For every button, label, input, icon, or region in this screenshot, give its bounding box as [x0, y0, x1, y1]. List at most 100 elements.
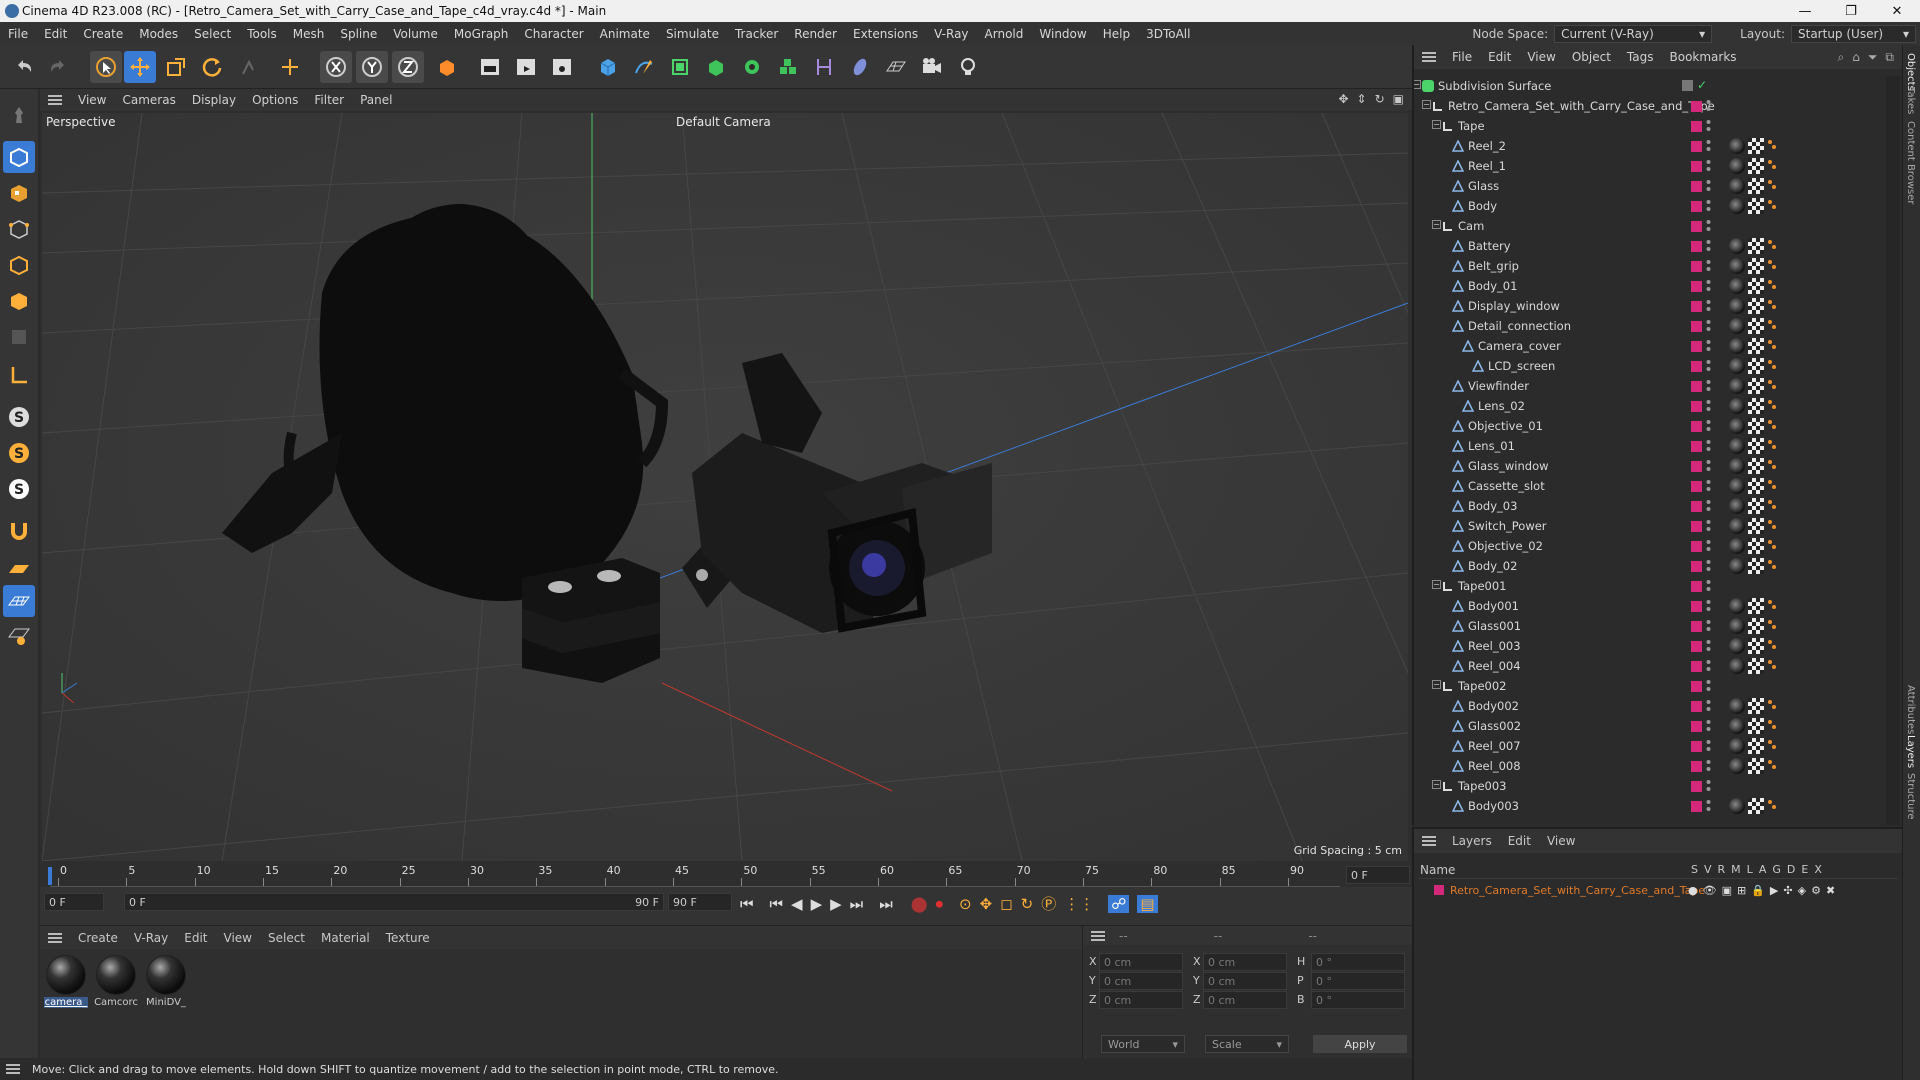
object-row[interactable]: Reel_003 [1414, 636, 1884, 656]
visibility-dots-icon[interactable] [1706, 99, 1711, 113]
material-tag-icon[interactable] [1729, 498, 1745, 514]
texture-tag-icon[interactable] [1748, 638, 1764, 654]
visibility-dots-icon[interactable] [1706, 639, 1711, 653]
menu-3dtoall[interactable]: 3DToAll [1138, 27, 1198, 41]
uvw-tag-icon[interactable] [1767, 598, 1777, 612]
max-frame-field[interactable]: 90 F [668, 893, 732, 911]
viewport-menu-options[interactable]: Options [244, 93, 306, 107]
texture-tag-icon[interactable] [1748, 158, 1764, 174]
coord-pos-field[interactable]: 0 cm [1099, 991, 1183, 1009]
points-mode-button[interactable] [3, 213, 35, 245]
uvw-tag-icon[interactable] [1767, 478, 1777, 492]
texture-tag-icon[interactable] [1748, 258, 1764, 274]
uvw-tag-icon[interactable] [1767, 178, 1777, 192]
uvw-tag-icon[interactable] [1767, 498, 1777, 512]
object-row[interactable]: − Subdivision Surface ✓ [1414, 76, 1884, 96]
layer-color-swatch[interactable] [1691, 561, 1702, 572]
visibility-dots-icon[interactable] [1706, 359, 1711, 373]
object-row[interactable]: Body_01 [1414, 276, 1884, 296]
object-menu-view[interactable]: View [1519, 50, 1563, 64]
texture-tag-icon[interactable] [1748, 658, 1764, 674]
layer-color-swatch[interactable] [1691, 101, 1702, 112]
material-tag-icon[interactable] [1729, 418, 1745, 434]
layer-color-swatch[interactable] [1691, 641, 1702, 652]
tweak-button[interactable] [3, 515, 35, 547]
material-tag-icon[interactable] [1729, 298, 1745, 314]
visibility-dots-icon[interactable] [1706, 239, 1711, 253]
redo-button[interactable] [42, 51, 74, 83]
object-row[interactable]: Reel_1 [1414, 156, 1884, 176]
uvw-tag-icon[interactable] [1767, 198, 1777, 212]
texture-tag-icon[interactable] [1748, 338, 1764, 354]
hamburger-icon[interactable] [6, 1064, 20, 1074]
layer-column-g[interactable]: G [1772, 863, 1781, 876]
manager-icon[interactable]: ⊞ [1737, 884, 1746, 897]
object-row[interactable]: Glass [1414, 176, 1884, 196]
snap-settings-button[interactable]: S [3, 437, 35, 469]
layer-column-r[interactable]: R [1718, 863, 1726, 876]
material-tag-icon[interactable] [1729, 278, 1745, 294]
layer-column-m[interactable]: M [1731, 863, 1741, 876]
object-row[interactable]: Reel_007 [1414, 736, 1884, 756]
visibility-dots-icon[interactable] [1706, 679, 1711, 693]
grid-workplane-button[interactable] [3, 585, 35, 617]
menu-create[interactable]: Create [75, 27, 131, 41]
key-parameter-icon[interactable]: Ⓟ [1041, 893, 1056, 914]
material-menu-select[interactable]: Select [260, 931, 313, 945]
layout-dropdown[interactable]: Startup (User) ▾ [1791, 24, 1916, 43]
layer-column-s[interactable]: S [1691, 863, 1698, 876]
object-row[interactable]: − Tape003 [1414, 776, 1884, 796]
menu-simulate[interactable]: Simulate [658, 27, 727, 41]
object-row[interactable]: LCD_screen [1414, 356, 1884, 376]
menu-character[interactable]: Character [516, 27, 591, 41]
visibility-dots-icon[interactable] [1706, 799, 1711, 813]
coord-rot-field[interactable]: 0 ° [1311, 953, 1405, 971]
side-tab-content-browser[interactable]: Content Browser [1905, 121, 1916, 204]
material-tag-icon[interactable] [1729, 358, 1745, 374]
layer-color-swatch[interactable] [1691, 181, 1702, 192]
uvw-tag-icon[interactable] [1767, 698, 1777, 712]
object-row[interactable]: Battery [1414, 236, 1884, 256]
layer-color-swatch[interactable] [1691, 481, 1702, 492]
object-menu-file[interactable]: File [1444, 50, 1480, 64]
visibility-dots-icon[interactable] [1706, 479, 1711, 493]
expand-toggle-icon[interactable]: − [1414, 80, 1421, 89]
layer-color-swatch[interactable] [1691, 441, 1702, 452]
visibility-dots-icon[interactable] [1706, 279, 1711, 293]
menu-select[interactable]: Select [186, 27, 239, 41]
material-tag-icon[interactable] [1729, 478, 1745, 494]
uvw-tag-icon[interactable] [1767, 338, 1777, 352]
key-position-icon[interactable]: ✥ [980, 895, 993, 913]
coord-rot-field[interactable]: 0 ° [1311, 991, 1405, 1009]
material-tag-icon[interactable] [1729, 158, 1745, 174]
hamburger-icon[interactable] [1422, 836, 1436, 846]
object-row[interactable]: − Cam [1414, 216, 1884, 236]
uvw-tag-icon[interactable] [1767, 438, 1777, 452]
layer-color-swatch[interactable] [1691, 221, 1702, 232]
layer-color-swatch[interactable] [1691, 521, 1702, 532]
side-tab-layers[interactable]: Layers [1905, 735, 1916, 768]
filter-icon[interactable]: ⏷ [1868, 50, 1878, 65]
uvw-tag-icon[interactable] [1767, 318, 1777, 332]
model-mode-button[interactable] [3, 141, 35, 173]
object-row[interactable]: Body_03 [1414, 496, 1884, 516]
visibility-dots-icon[interactable] [1706, 199, 1711, 213]
texture-tag-icon[interactable] [1748, 198, 1764, 214]
uvw-tag-icon[interactable] [1767, 758, 1777, 772]
new-window-icon[interactable]: ⧉ [1885, 50, 1894, 65]
object-row[interactable]: Reel_008 [1414, 756, 1884, 776]
visibility-dots-icon[interactable] [1706, 139, 1711, 153]
uvw-tag-icon[interactable] [1767, 298, 1777, 312]
polygons-mode-button[interactable] [3, 285, 35, 317]
workplane-button[interactable] [3, 553, 35, 585]
layer-color-swatch[interactable] [1691, 401, 1702, 412]
uvw-tag-icon[interactable] [1767, 278, 1777, 292]
menu-mesh[interactable]: Mesh [285, 27, 333, 41]
texture-tag-icon[interactable] [1748, 398, 1764, 414]
side-tab-attributes[interactable]: Attributes [1905, 685, 1916, 734]
make-editable-button[interactable] [3, 99, 35, 131]
playhead[interactable] [48, 867, 52, 885]
hamburger-icon[interactable] [48, 932, 62, 943]
uvw-tag-icon[interactable] [1767, 738, 1777, 752]
layer-color-swatch[interactable] [1691, 681, 1702, 692]
